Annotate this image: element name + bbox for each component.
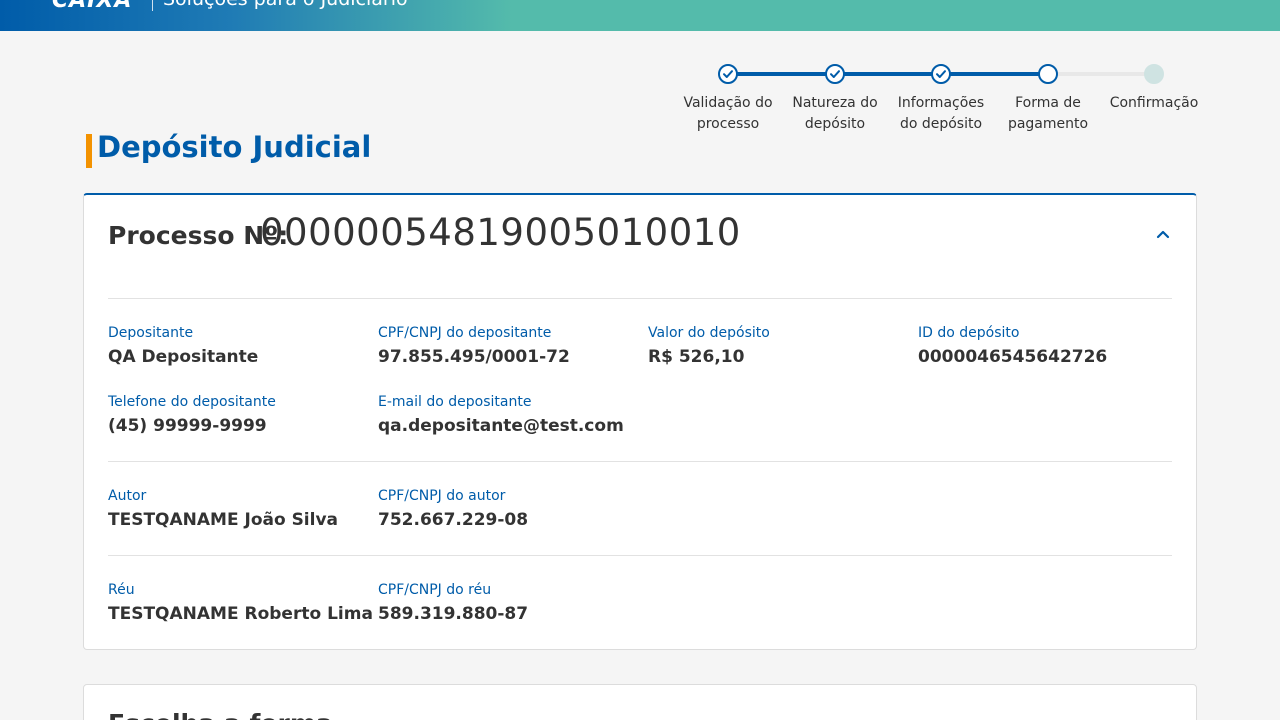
field-value: R$ 526,10 (648, 347, 745, 367)
header-title: Soluções para o Judiciário (163, 0, 408, 10)
check-circle-icon (931, 64, 951, 84)
field-email: E-mail do depositante qa.depositante@tes… (378, 392, 624, 438)
field-label: CPF/CNPJ do réu (378, 582, 492, 598)
field-label: Autor (108, 488, 147, 504)
field-id-deposito: ID do depósito 0000046545642726 (918, 323, 1107, 369)
field-label: Valor do depósito (648, 325, 770, 341)
check-circle-icon (825, 64, 845, 84)
field-label: E-mail do depositante (378, 394, 532, 410)
section-divider (108, 461, 1172, 462)
chevron-up-icon[interactable] (1155, 226, 1171, 242)
field-label: CPF/CNPJ do depositante (378, 325, 552, 341)
field-label: Telefone do depositante (108, 394, 276, 410)
payment-method-card: Escolha a forma (83, 684, 1197, 720)
step-label: Validação do processo (683, 95, 773, 132)
chevron-up-icon[interactable] (310, 716, 324, 720)
step-label: Confirmação (1109, 95, 1199, 111)
field-value: 0000046545642726 (918, 347, 1108, 367)
field-cpf-autor: CPF/CNPJ do autor 752.667.229-08 (378, 486, 528, 532)
stepper-line-pending (1048, 72, 1154, 76)
process-number: 00000054819005010010 (260, 211, 741, 254)
logo-text: CAIXA (52, 0, 133, 13)
step-label: Natureza do depósito (792, 95, 878, 132)
section-divider (108, 555, 1172, 556)
field-value: 97.855.495/0001-72 (378, 347, 570, 367)
field-value: TESTQANAME Roberto Lima (108, 604, 373, 624)
field-autor: Autor TESTQANAME João Silva (108, 486, 338, 532)
payment-method-title: Escolha a forma (108, 709, 333, 720)
field-label: ID do depósito (918, 325, 1020, 341)
field-label: CPF/CNPJ do autor (378, 488, 506, 504)
stepper-line-complete (728, 72, 1048, 76)
field-value: 589.319.880-87 (378, 604, 529, 624)
field-value: 752.667.229-08 (378, 510, 529, 530)
current-step-circle-icon (1038, 64, 1058, 84)
title-accent-bar (86, 134, 92, 168)
field-value: QA Depositante (108, 347, 259, 367)
field-label: Depositante (108, 325, 194, 341)
field-cpf-depositante: CPF/CNPJ do depositante 97.855.495/0001-… (378, 323, 570, 369)
section-divider (108, 298, 1172, 299)
future-step-circle-icon (1144, 64, 1164, 84)
step-label: Informações do depósito (897, 95, 985, 132)
field-value: TESTQANAME João Silva (108, 510, 339, 530)
top-header: CAIXA Soluções para o Judiciário (0, 0, 1280, 31)
progress-stepper: Validação do processo Natureza do depósi… (675, 62, 1210, 142)
caixa-logo[interactable]: CAIXA (52, 0, 132, 13)
process-card: Processo Nº: 00000054819005010010 Deposi… (83, 193, 1197, 650)
field-depositante: Depositante QA Depositante (108, 323, 258, 369)
field-valor-deposito: Valor do depósito R$ 526,10 (648, 323, 770, 369)
field-label: Réu (108, 582, 135, 598)
field-cpf-reu: CPF/CNPJ do réu 589.319.880-87 (378, 580, 528, 626)
field-telefone: Telefone do depositante (45) 99999-9999 (108, 392, 276, 438)
field-value: qa.depositante@test.com (378, 416, 624, 436)
check-circle-icon (718, 64, 738, 84)
header-separator (152, 0, 153, 11)
step-label: Forma de pagamento (1007, 95, 1089, 132)
field-value: (45) 99999-9999 (108, 416, 267, 436)
page-title: Depósito Judicial (97, 130, 372, 164)
field-reu: Réu TESTQANAME Roberto Lima (108, 580, 373, 626)
